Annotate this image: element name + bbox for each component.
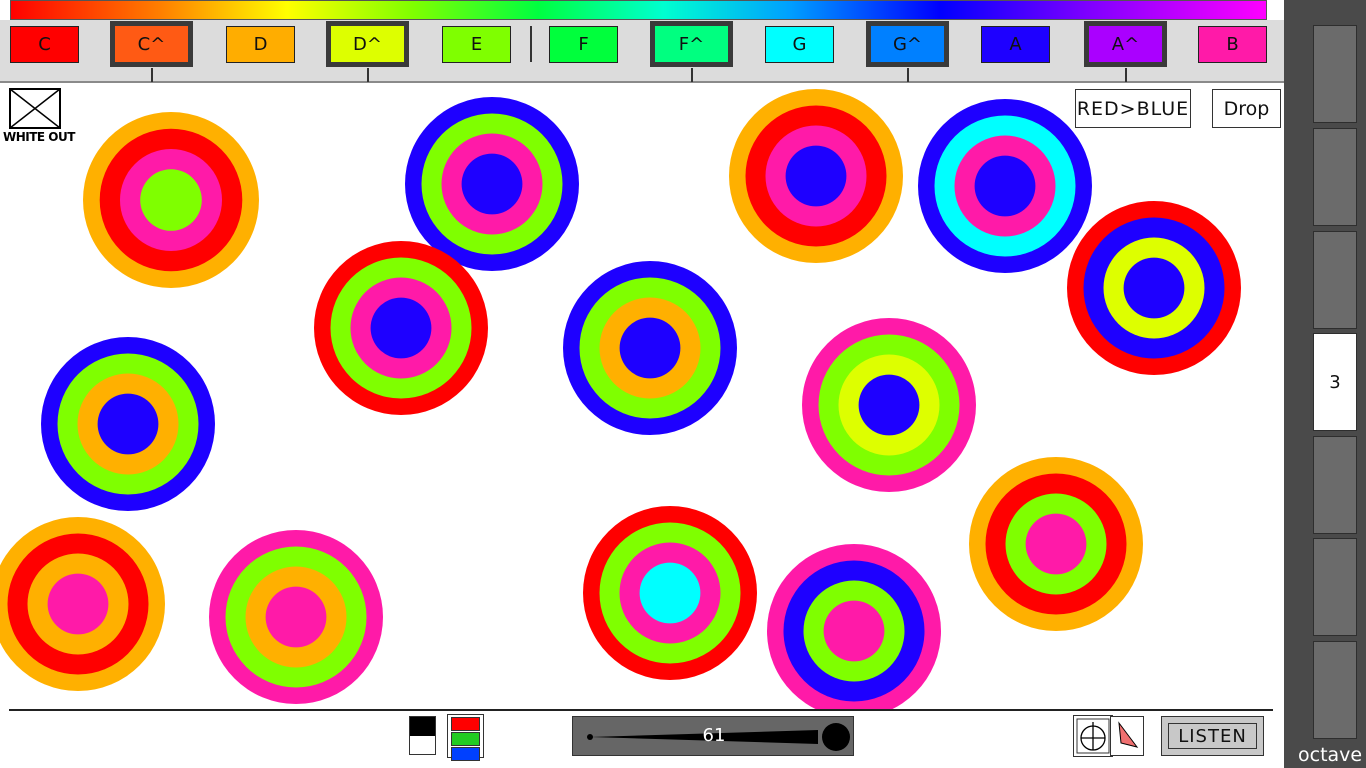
brush-size-slider[interactable]: 61 (572, 716, 854, 756)
black-white-swatch[interactable] (409, 716, 436, 755)
listen-button[interactable]: LISTEN (1161, 716, 1264, 756)
note-key-bar: C C^ D D^ E F F^ G G^ A A^ B (0, 20, 1284, 83)
circle-ring (461, 153, 523, 215)
triangle-tool[interactable] (1110, 716, 1144, 756)
note-key-e[interactable]: E (442, 26, 511, 63)
note-key-f-sharp[interactable]: F^ (650, 21, 733, 67)
circle-ring (1025, 513, 1087, 575)
paint-circle (41, 337, 215, 511)
circle-ring (97, 393, 159, 455)
listen-label: LISTEN (1168, 723, 1257, 749)
sharp-key-stem (150, 68, 153, 82)
paint-circle (583, 506, 757, 680)
drop-button[interactable]: Drop (1212, 89, 1281, 128)
color-spectrum-bar (10, 0, 1267, 20)
note-key-c[interactable]: C (10, 26, 79, 63)
paint-circle (767, 544, 941, 709)
circle-ring (619, 317, 681, 379)
paint-circle (83, 112, 259, 288)
circle-ring (140, 169, 202, 231)
paint-circle (563, 261, 737, 435)
triangle-icon (1118, 721, 1139, 748)
circle-ring (974, 155, 1036, 217)
circle-ring (370, 297, 432, 359)
octave-label: octave (1298, 744, 1363, 766)
note-key-g[interactable]: G (765, 26, 834, 63)
octave-button-selected[interactable]: 3 (1313, 333, 1357, 431)
clear-x-icon (9, 88, 61, 129)
sharp-key-stem (690, 68, 693, 82)
paint-circle (0, 517, 165, 691)
note-key-b[interactable]: B (1198, 26, 1267, 63)
note-key-d[interactable]: D (226, 26, 295, 63)
keybar-divider (530, 26, 532, 62)
red-blue-button[interactable]: RED>BLUE (1075, 89, 1191, 128)
paint-circle (802, 318, 976, 492)
note-key-c-sharp[interactable]: C^ (110, 21, 193, 67)
paint-circle (209, 530, 383, 704)
note-key-g-sharp[interactable]: G^ (866, 21, 949, 67)
circle-ring (785, 145, 847, 207)
sharp-key-stem (1124, 68, 1127, 82)
paint-circle (314, 241, 488, 415)
octave-button-5[interactable] (1313, 436, 1357, 534)
circle-ring (265, 586, 327, 648)
paint-circle (1067, 201, 1241, 375)
note-key-f[interactable]: F (549, 26, 618, 63)
drawing-canvas[interactable] (0, 84, 1284, 709)
note-key-a-sharp[interactable]: A^ (1084, 21, 1167, 67)
circle-ring (639, 562, 701, 624)
paint-circle (969, 457, 1143, 631)
circle-ring (858, 374, 920, 436)
white-out-label: WHITE OUT (3, 130, 75, 144)
circle-ring (1123, 257, 1185, 319)
circle-ring (823, 600, 885, 662)
canvas-baseline (9, 709, 1273, 711)
octave-button-1[interactable] (1313, 25, 1357, 123)
white-out-button[interactable]: WHITE OUT (3, 88, 75, 146)
octave-button-2[interactable] (1313, 128, 1357, 226)
paint-circle (729, 89, 903, 263)
paint-circle (918, 99, 1092, 273)
sharp-key-stem (906, 68, 909, 82)
octave-button-7[interactable] (1313, 641, 1357, 739)
octave-button-3[interactable] (1313, 231, 1357, 329)
note-key-d-sharp[interactable]: D^ (326, 21, 409, 67)
crosshair-circle-icon (1076, 718, 1110, 754)
circle-crosshair-tool[interactable] (1073, 715, 1113, 757)
brush-size-value: 61 (702, 725, 726, 746)
sharp-key-stem (366, 68, 369, 82)
octave-panel: 3 octave (1284, 0, 1366, 768)
rgb-swatch[interactable] (447, 714, 484, 761)
note-key-a[interactable]: A (981, 26, 1050, 63)
circle-ring (47, 573, 109, 635)
paint-circle (405, 97, 579, 271)
octave-button-6[interactable] (1313, 538, 1357, 636)
